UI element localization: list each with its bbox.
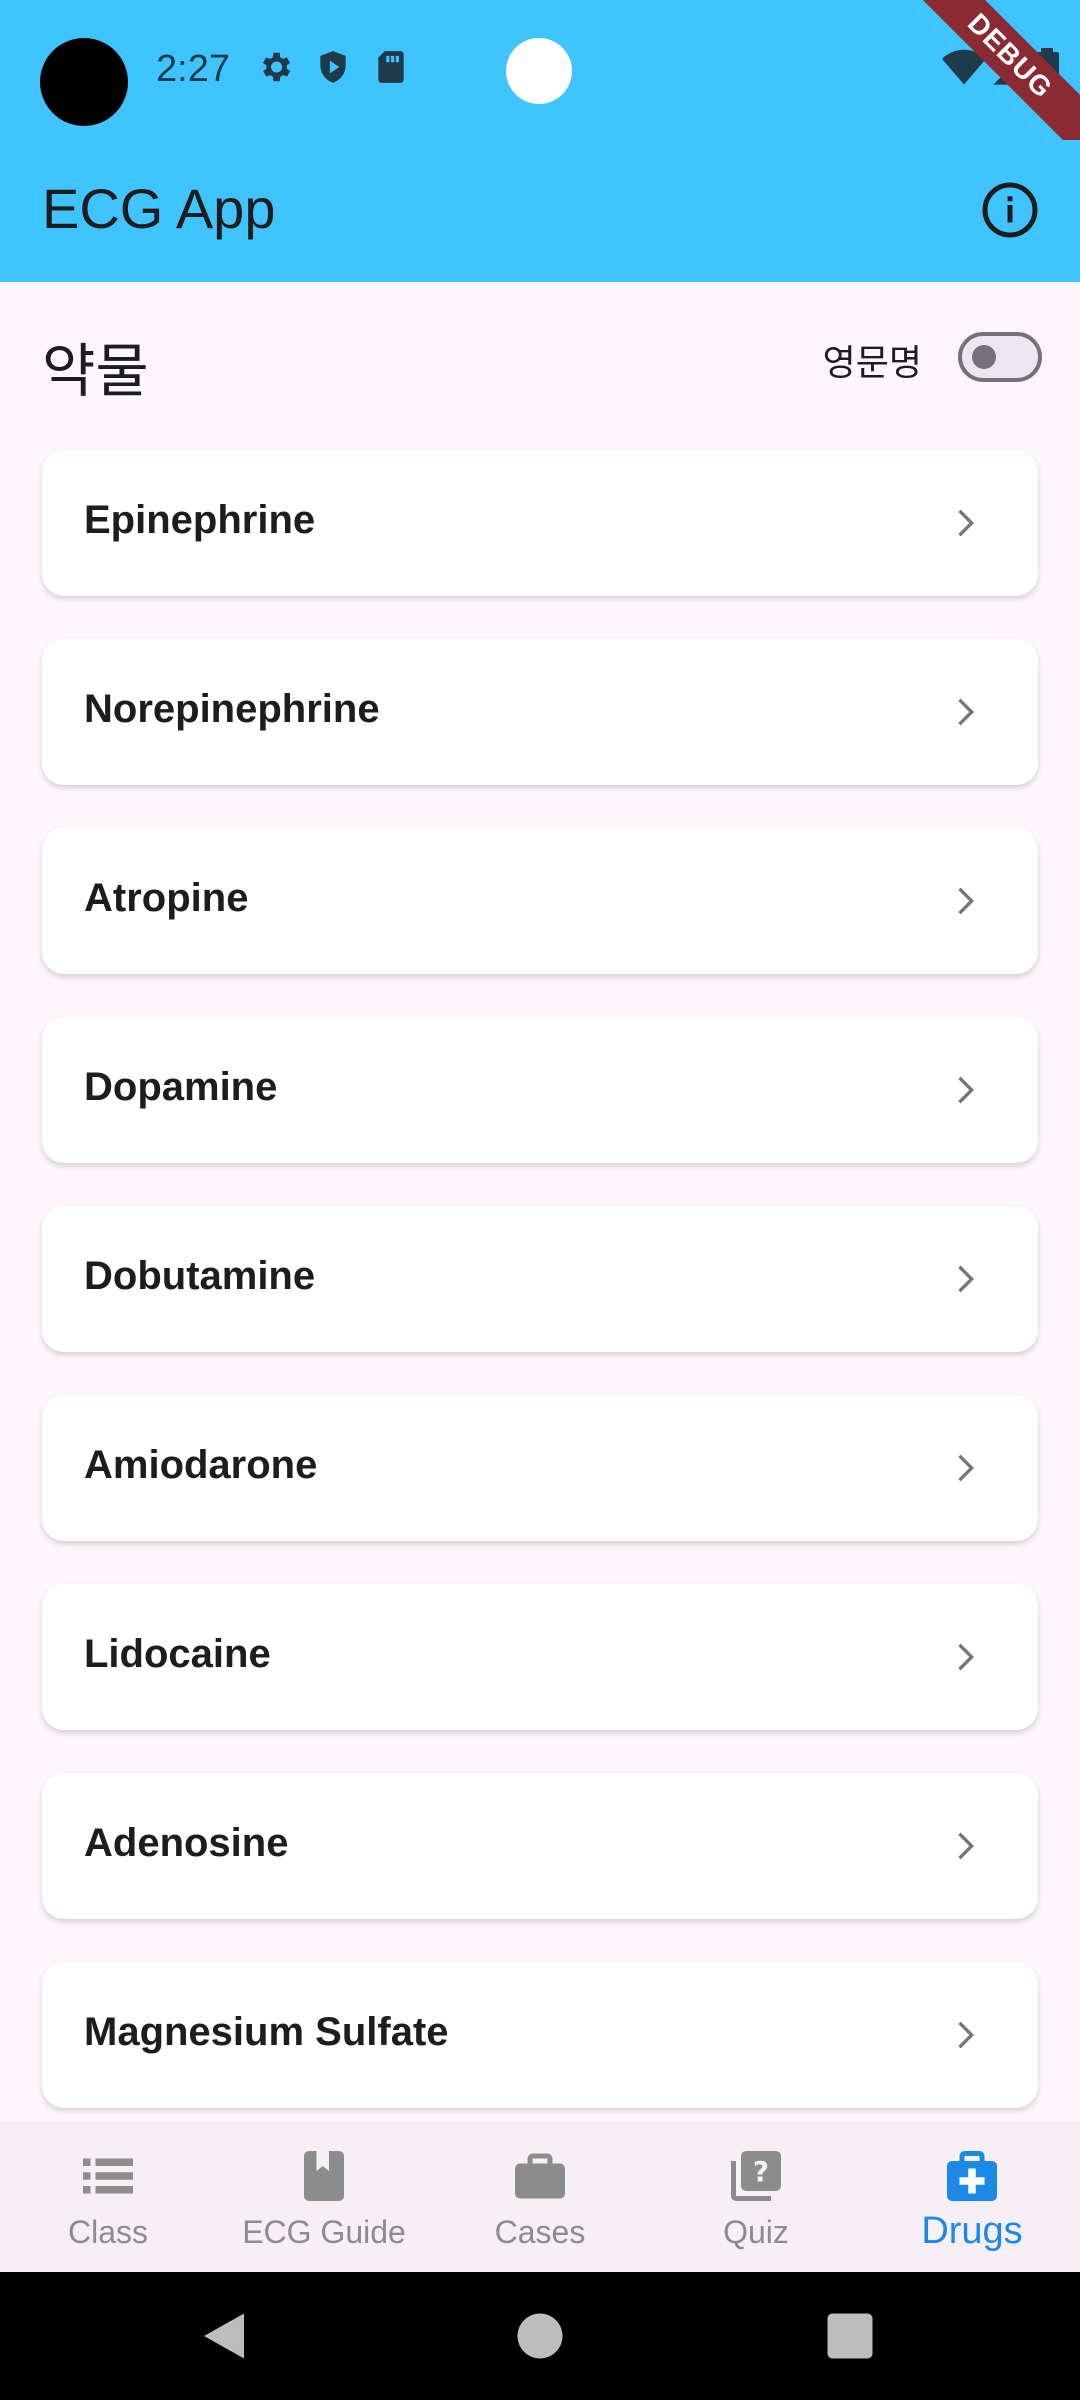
chevron-right-icon — [958, 1076, 974, 1104]
chevron-right-icon — [958, 1643, 974, 1671]
status-bar: 2:27 DEBUG — [0, 0, 1080, 164]
chevron-right-icon — [958, 509, 974, 537]
camera-cutout — [40, 38, 128, 126]
system-nav-bar — [0, 2272, 1080, 2400]
english-name-toggle[interactable] — [958, 332, 1042, 382]
drug-name: Dobutamine — [84, 1254, 316, 1298]
briefcase-icon — [515, 2153, 565, 2199]
nav-label: Class — [67, 2214, 148, 2250]
english-name-toggle-label: 영문명 — [822, 342, 922, 383]
drug-name: Dopamine — [84, 1065, 278, 1109]
drug-item-norepinephrine[interactable]: Norepinephrine — [42, 639, 1038, 785]
nav-drugs[interactable]: Drugs — [864, 2122, 1080, 2272]
nav-label: ECG Guide — [242, 2214, 406, 2250]
nav-label: Cases — [494, 2214, 586, 2250]
drug-item-amiodarone[interactable]: Amiodarone — [42, 1395, 1038, 1541]
toggle-knob — [972, 345, 996, 369]
drug-name: Adenosine — [84, 1821, 289, 1865]
chevron-right-icon — [958, 1454, 974, 1482]
drug-name: Lidocaine — [84, 1632, 271, 1676]
back-icon[interactable] — [194, 2306, 254, 2366]
nav-label: Drugs — [921, 2210, 1023, 2252]
app-bar: ECG App — [0, 140, 1080, 282]
drug-name: Magnesium Sulfate — [84, 2010, 449, 2054]
status-time: 2:27 — [156, 48, 230, 90]
drug-name: Atropine — [84, 876, 249, 920]
chevron-right-icon — [958, 1265, 974, 1293]
app-title: ECG App — [42, 177, 276, 240]
medical-kit-icon — [947, 2151, 997, 2201]
chevron-right-icon — [958, 698, 974, 726]
recents-icon[interactable] — [820, 2306, 880, 2366]
drug-name: Amiodarone — [84, 1443, 318, 1487]
drug-item-dopamine[interactable]: Dopamine — [42, 1017, 1038, 1163]
shield-icon — [320, 51, 346, 83]
nav-cases[interactable]: Cases — [432, 2122, 648, 2272]
drug-item-lidocaine[interactable]: Lidocaine — [42, 1584, 1038, 1730]
chevron-right-icon — [958, 887, 974, 915]
page-header: 약물 영문명 — [0, 282, 1080, 432]
drug-name: Epinephrine — [84, 498, 316, 542]
nav-ecg-guide[interactable]: ECG Guide — [216, 2122, 432, 2272]
list-icon — [83, 2158, 133, 2194]
notch-indicator — [506, 38, 572, 104]
svg-text:?: ? — [753, 2156, 769, 2188]
drug-item-epinephrine[interactable]: Epinephrine — [42, 450, 1038, 596]
drug-list: Epinephrine Norepinephrine Atropine Dopa… — [42, 450, 1038, 2151]
page-title: 약물 — [42, 339, 149, 404]
drug-item-magnesium-sulfate[interactable]: Magnesium Sulfate — [42, 1962, 1038, 2108]
home-icon[interactable] — [510, 2306, 570, 2366]
nav-quiz[interactable]: ? Quiz — [648, 2122, 864, 2272]
quiz-icon: ? — [731, 2151, 781, 2201]
settings-icon — [262, 52, 291, 82]
drug-item-atropine[interactable]: Atropine — [42, 828, 1038, 974]
info-icon[interactable] — [980, 180, 1040, 240]
book-icon — [304, 2151, 344, 2201]
drug-item-dobutamine[interactable]: Dobutamine — [42, 1206, 1038, 1352]
chevron-right-icon — [958, 1832, 974, 1860]
chevron-right-icon — [958, 2021, 974, 2049]
nav-class[interactable]: Class — [0, 2122, 216, 2272]
drug-name: Norepinephrine — [84, 687, 380, 731]
nav-label: Quiz — [723, 2214, 789, 2250]
bottom-nav: Class ECG Guide Cases ? Quiz Drugs — [0, 2122, 1080, 2272]
drug-item-adenosine[interactable]: Adenosine — [42, 1773, 1038, 1919]
sd-card-icon — [378, 51, 404, 83]
